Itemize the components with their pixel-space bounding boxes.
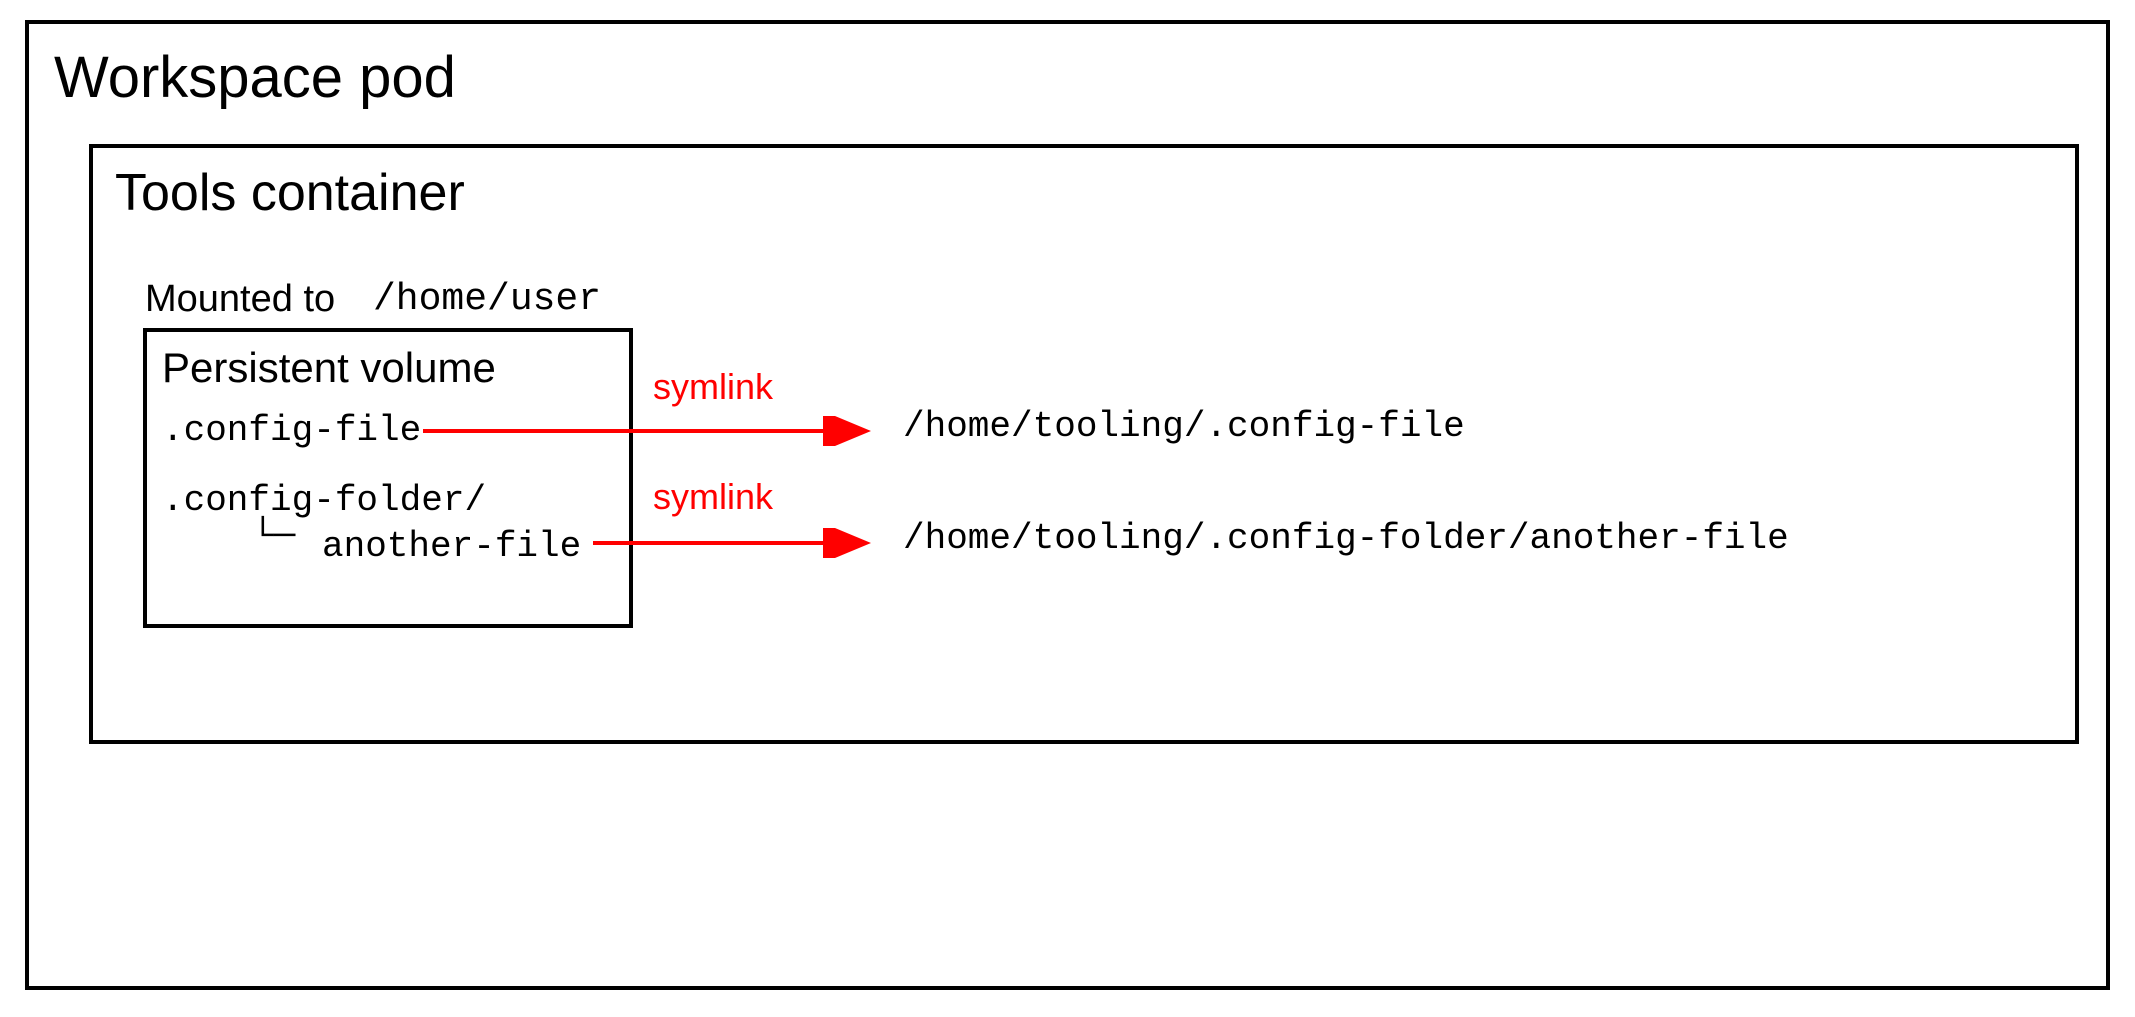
another-file-entry: another-file bbox=[322, 526, 581, 567]
config-file-entry: .config-file bbox=[162, 410, 421, 451]
persistent-volume-box: Persistent volume .config-file .config-f… bbox=[143, 328, 633, 628]
persistent-volume-title: Persistent volume bbox=[162, 344, 496, 392]
symlink-arrow-2 bbox=[593, 528, 883, 558]
symlink-label-1: symlink bbox=[653, 366, 773, 408]
symlink-label-2: symlink bbox=[653, 476, 773, 518]
symlink-target-1: /home/tooling/.config-file bbox=[903, 406, 1465, 447]
tree-branch-icon: └─ bbox=[252, 516, 295, 557]
tools-container-title: Tools container bbox=[115, 163, 465, 223]
workspace-pod-title: Workspace pod bbox=[54, 44, 456, 111]
workspace-pod-box: Workspace pod Tools container Mounted to… bbox=[25, 20, 2110, 990]
symlink-target-2: /home/tooling/.config-folder/another-fil… bbox=[903, 518, 1789, 559]
config-folder-entry: .config-folder/ bbox=[162, 480, 486, 521]
mounted-to-label: Mounted to bbox=[145, 278, 335, 321]
tools-container-box: Tools container Mounted to /home/user Pe… bbox=[89, 144, 2079, 744]
mounted-to-path: /home/user bbox=[373, 278, 601, 321]
